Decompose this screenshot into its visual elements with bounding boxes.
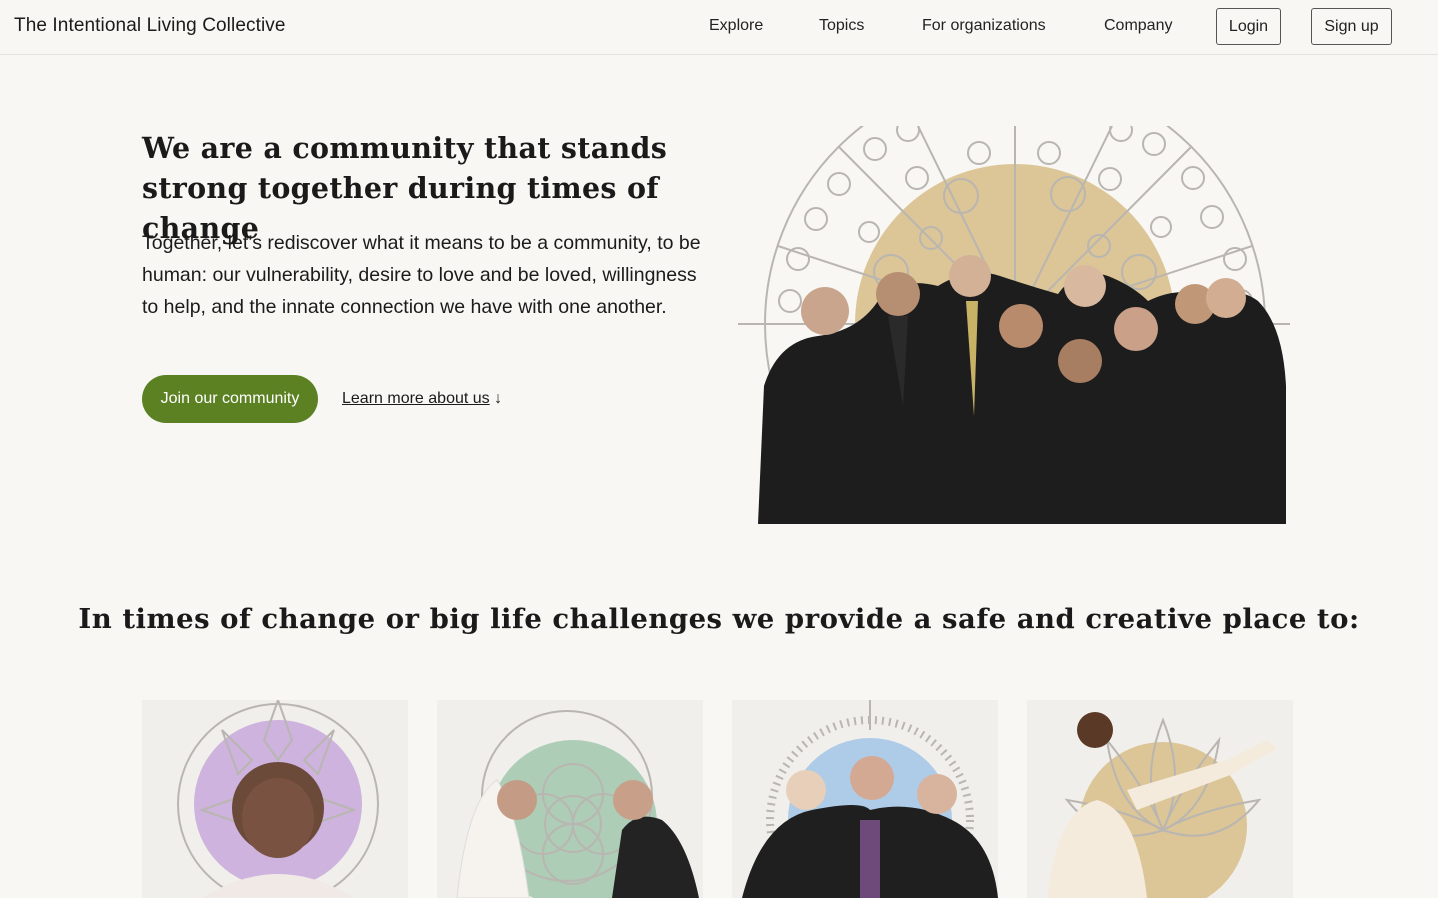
hero-description: Together, let’s rediscover what it means… (142, 232, 701, 318)
learn-more-link[interactable]: Learn more about us ↓ (342, 390, 502, 408)
section-title: In times of change or big life challenge… (78, 603, 1360, 635)
nav-topics[interactable]: Topics (819, 17, 864, 35)
top-navigation: The Intentional Living Collective Explor… (0, 0, 1438, 55)
signup-button[interactable]: Sign up (1311, 8, 1392, 45)
join-community-button[interactable]: Join our community (142, 375, 318, 423)
card-3-image (742, 700, 998, 898)
nav-for-organizations[interactable]: For organizations (922, 17, 1046, 35)
feature-card-3[interactable] (732, 700, 998, 898)
feature-card-1[interactable] (142, 700, 408, 898)
nav-company[interactable]: Company (1104, 17, 1172, 35)
brand-logo[interactable]: The Intentional Living Collective (14, 15, 286, 37)
card-4-image (1047, 712, 1277, 898)
card-2-image (456, 710, 699, 898)
feature-card-2[interactable] (437, 700, 703, 898)
card-1-image (177, 700, 379, 898)
hero-image (738, 126, 1290, 524)
learn-more-label: Learn more about us (342, 390, 490, 407)
down-arrow-icon: ↓ (494, 390, 503, 407)
nav-explore[interactable]: Explore (709, 17, 763, 35)
community-group-photo (758, 255, 1286, 524)
login-button[interactable]: Login (1216, 8, 1281, 45)
feature-card-4[interactable] (1027, 700, 1293, 898)
